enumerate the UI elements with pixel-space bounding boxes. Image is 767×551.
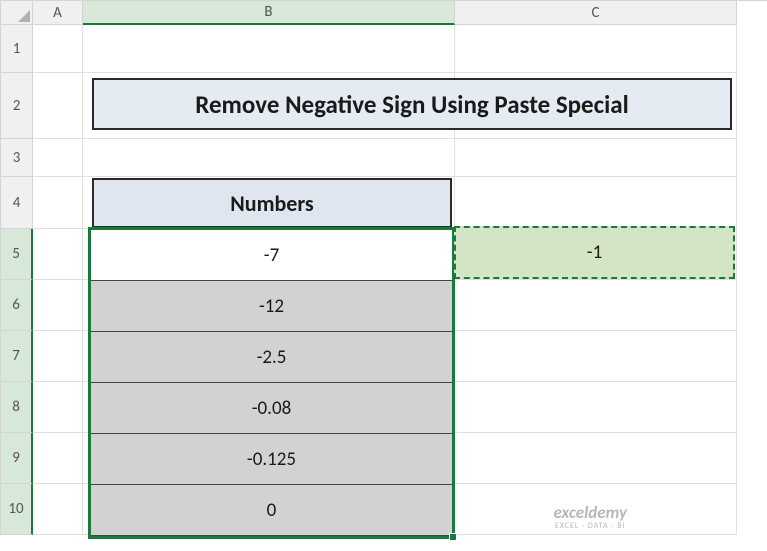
watermark-text: exceldemy xyxy=(554,504,628,523)
row-header-2[interactable]: 2 xyxy=(1,73,33,139)
selected-range[interactable]: -7 -12 -2.5 -0.08 -0.125 0 xyxy=(88,227,455,539)
cell-a8[interactable] xyxy=(33,382,83,433)
numbers-column-header: Numbers xyxy=(92,178,452,228)
row-header-6[interactable]: 6 xyxy=(1,280,33,331)
data-cell-b9[interactable]: -0.125 xyxy=(91,434,452,485)
data-cell-b6[interactable]: -12 xyxy=(91,281,452,332)
data-cell-b5[interactable]: -7 xyxy=(91,230,452,281)
cell-b3[interactable] xyxy=(83,139,455,177)
cell-c3[interactable] xyxy=(455,139,737,177)
cell-a6[interactable] xyxy=(33,280,83,331)
cell-c1[interactable] xyxy=(455,25,737,73)
watermark: exceldemy EXCEL · DATA · BI xyxy=(554,504,628,531)
col-header-b[interactable]: B xyxy=(83,1,455,25)
cell-a5[interactable] xyxy=(33,229,83,280)
col-header-c[interactable]: C xyxy=(455,1,737,25)
row-header-9[interactable]: 9 xyxy=(1,433,33,484)
data-cell-b7[interactable]: -2.5 xyxy=(91,332,452,383)
cell-c4[interactable] xyxy=(455,177,737,229)
cell-a2[interactable] xyxy=(33,73,83,139)
row-header-8[interactable]: 8 xyxy=(1,382,33,433)
cell-a4[interactable] xyxy=(33,177,83,229)
col-header-a[interactable]: A xyxy=(33,1,83,25)
cell-a1[interactable] xyxy=(33,25,83,73)
page-title: Remove Negative Sign Using Paste Special xyxy=(92,78,732,130)
row-header-4[interactable]: 4 xyxy=(1,177,33,229)
data-cell-b10[interactable]: 0 xyxy=(91,485,452,536)
copied-cell-c5[interactable]: -1 xyxy=(454,226,735,279)
cell-c8[interactable] xyxy=(455,382,737,433)
cell-b1[interactable] xyxy=(83,25,455,73)
row-header-3[interactable]: 3 xyxy=(1,139,33,177)
cell-c6[interactable] xyxy=(455,280,737,331)
row-header-1[interactable]: 1 xyxy=(1,25,33,73)
select-all-corner[interactable] xyxy=(1,1,33,25)
cell-a9[interactable] xyxy=(33,433,83,484)
selection-fill-handle[interactable] xyxy=(449,533,457,541)
row-header-7[interactable]: 7 xyxy=(1,331,33,382)
row-header-5[interactable]: 5 xyxy=(1,229,33,280)
cell-c7[interactable] xyxy=(455,331,737,382)
cell-a7[interactable] xyxy=(33,331,83,382)
cell-a10[interactable] xyxy=(33,484,83,535)
row-header-10[interactable]: 10 xyxy=(1,484,33,535)
cell-a3[interactable] xyxy=(33,139,83,177)
watermark-sub: EXCEL · DATA · BI xyxy=(554,522,628,531)
cell-c9[interactable] xyxy=(455,433,737,484)
data-cell-b8[interactable]: -0.08 xyxy=(91,383,452,434)
